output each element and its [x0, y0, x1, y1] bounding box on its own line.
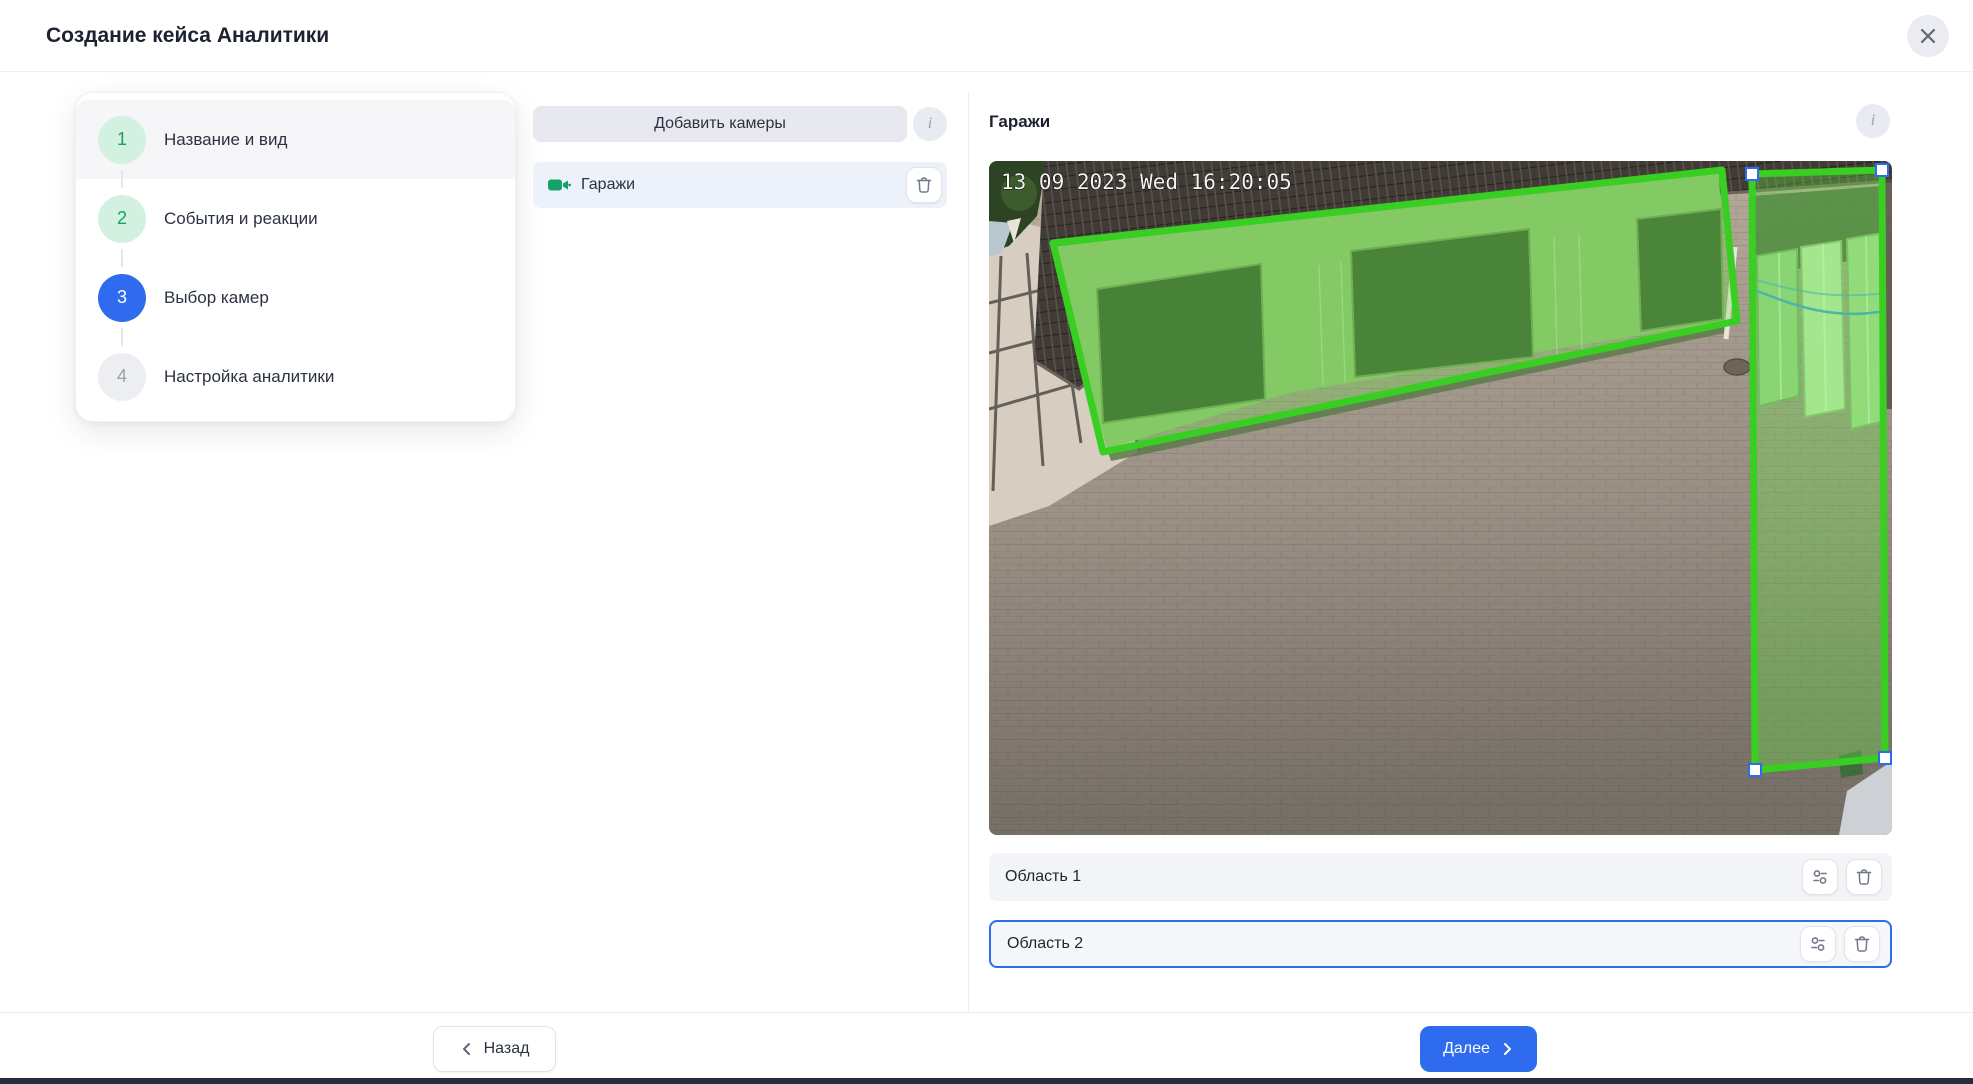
- area-label: Область 1: [1005, 868, 1802, 886]
- step-events-and-reactions[interactable]: 2 События и реакции: [76, 179, 515, 258]
- info-icon[interactable]: i: [1856, 104, 1890, 138]
- step-camera-selection[interactable]: 3 Выбор камер: [76, 258, 515, 337]
- trash-icon: [915, 176, 933, 194]
- delete-camera-button[interactable]: [906, 167, 942, 203]
- dialog-title: Создание кейса Аналитики: [46, 0, 329, 72]
- step-1-label: Название и вид: [164, 130, 287, 150]
- step-2-label: События и реакции: [164, 209, 318, 229]
- chevron-right-icon: [1500, 1042, 1514, 1056]
- back-button[interactable]: Назад: [433, 1026, 556, 1072]
- close-button[interactable]: [1907, 15, 1949, 57]
- dialog-header: Создание кейса Аналитики: [0, 0, 1973, 72]
- sliders-icon: [1809, 935, 1827, 953]
- trash-icon: [1853, 935, 1871, 953]
- info-icon[interactable]: i: [913, 107, 947, 141]
- step-3-badge: 3: [98, 274, 146, 322]
- video-camera-icon: [547, 176, 571, 194]
- area-settings-button[interactable]: [1800, 926, 1836, 962]
- add-cameras-button[interactable]: Добавить камеры: [533, 106, 907, 142]
- area-row-1[interactable]: Область 1: [989, 853, 1892, 901]
- trash-icon: [1855, 868, 1873, 886]
- chevron-left-icon: [460, 1042, 474, 1056]
- camera-name: Гаражи: [581, 176, 906, 194]
- step-4-label: Настройка аналитики: [164, 367, 334, 387]
- dialog-footer: Назад Далее: [0, 1012, 1973, 1078]
- camera-preview-image[interactable]: 13 09 2023 Wed 16:20:05: [989, 161, 1892, 835]
- create-analytics-case-dialog: Создание кейса Аналитики 1 Название и ви…: [0, 0, 1973, 1084]
- close-icon: [1919, 27, 1937, 45]
- step-name-and-type[interactable]: 1 Название и вид: [76, 100, 515, 179]
- preview-title: Гаражи: [989, 112, 1050, 132]
- step-2-badge: 2: [98, 195, 146, 243]
- area-row-2-selected[interactable]: Область 2: [989, 920, 1892, 968]
- step-3-label: Выбор камер: [164, 288, 269, 308]
- area-settings-button[interactable]: [1802, 859, 1838, 895]
- step-4-badge: 4: [98, 353, 146, 401]
- area-label: Область 2: [1007, 935, 1800, 953]
- camera-timestamp: 13 09 2023 Wed 16:20:05: [1001, 170, 1292, 194]
- next-button[interactable]: Далее: [1420, 1026, 1537, 1072]
- step-1-badge: 1: [98, 116, 146, 164]
- back-button-label: Назад: [484, 1040, 530, 1058]
- area-delete-button[interactable]: [1846, 859, 1882, 895]
- step-analytics-settings[interactable]: 4 Настройка аналитики: [76, 337, 515, 416]
- camera-list-item[interactable]: Гаражи: [533, 162, 947, 208]
- area-delete-button[interactable]: [1844, 926, 1880, 962]
- column-divider: [968, 92, 969, 1012]
- sliders-icon: [1811, 868, 1829, 886]
- stepper: 1 Название и вид 2 События и реакции 3 В…: [75, 92, 516, 422]
- window-bottom-edge: [0, 1078, 1973, 1084]
- next-button-label: Далее: [1443, 1040, 1490, 1058]
